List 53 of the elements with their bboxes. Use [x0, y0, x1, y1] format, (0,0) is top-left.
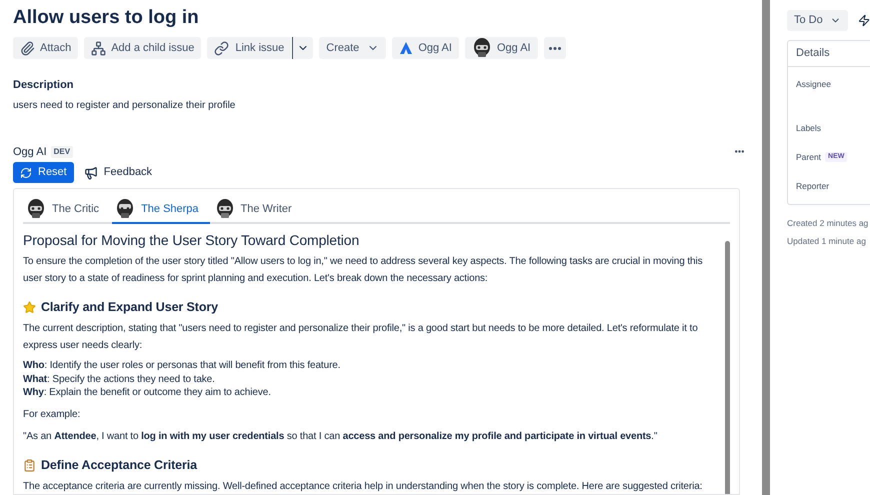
hierarchy-icon: [91, 40, 106, 56]
scrollbar[interactable]: [762, 0, 770, 495]
field-label: Assignee: [796, 78, 831, 90]
section-heading: Clarify and Expand User Story: [41, 299, 218, 316]
persona-tab[interactable]: The Writer: [212, 198, 303, 224]
updated-time: Updated 1 minute ag: [787, 234, 867, 248]
paragraph: For example:: [23, 408, 82, 422]
description-label: Description: [13, 78, 75, 93]
refresh-icon: [20, 166, 32, 178]
robot-icon: [472, 37, 492, 59]
link-icon: [214, 40, 230, 56]
ogg-ai-title: Ogg AI: [13, 144, 47, 160]
proposal-heading: Proposal for Moving the User Story Toward Completion: [23, 231, 360, 249]
persona-tab[interactable]: The Critic: [23, 198, 110, 224]
lightning-icon[interactable]: [858, 14, 870, 27]
list-line: Who: Identify the user roles or personas that will benefit from this feature.: [23, 359, 342, 372]
megaphone-icon: [84, 166, 98, 180]
toolbar-button[interactable]: Add a child issue: [84, 37, 202, 59]
robot-avatar-icon: [26, 198, 46, 220]
more-button[interactable]: [544, 37, 566, 59]
dev-badge: DEV: [50, 146, 74, 158]
issue-title: Allow users to log in: [13, 6, 200, 30]
list-line: Why: Explain the benefit or outcome they aim to achieve.: [23, 386, 272, 400]
toolbar-button[interactable]: Ogg AI: [392, 37, 459, 59]
star-icon: [23, 301, 36, 314]
create-dropdown[interactable]: Create: [319, 37, 386, 59]
persona-tab[interactable]: The Sherpa: [112, 198, 210, 224]
triangle-logo-icon: [399, 41, 414, 55]
paragraph: The current description, stating that "users need to register and personalize their profile," is a good start but needs to be more detailed. Let's reformulate it to express user needs clearly:: [23, 322, 699, 353]
list-line: What: Specify the actions they need to take.: [23, 372, 216, 386]
paragraph: To ensure the completion of the user story titled "Allow users to log in," we need to address several key aspects. The following tasks are crucial in moving this user story to a state of readiness for sprint planning and execution. Let's break down the necessary actions:: [23, 255, 704, 286]
description-text: users need to register and personalize their profile: [13, 98, 236, 112]
status-dropdown[interactable]: To Do: [787, 10, 848, 31]
link-issue-button[interactable]: Link issue: [207, 37, 292, 59]
details-title: Details: [788, 41, 870, 67]
paperclip-icon: [20, 40, 35, 56]
ellipsis-icon: [548, 46, 561, 50]
field-label: Labels: [796, 122, 822, 134]
toolbar-button[interactable]: Attach: [13, 37, 78, 59]
toolbar-button[interactable]: Ogg AI: [464, 37, 538, 59]
paragraph: The acceptance criteria are currently missing. Well-defined acceptance criteria help in understanding when the story is complete. Here are suggested criteria:: [23, 480, 704, 494]
field-label: Parent: [796, 150, 822, 164]
section-heading: Define Acceptance Criteria: [41, 456, 198, 474]
paragraph: "As an Attendee, I want to log in with my user credentials so that I can access and personalize my profile and participate in virtual events.": [23, 430, 658, 444]
reset-button[interactable]: Reset: [13, 162, 74, 183]
robot-avatar-icon: [115, 198, 136, 220]
robot-avatar-icon: [214, 198, 235, 220]
clipboard-icon: [23, 458, 36, 472]
created-time: Created 2 minutes ag: [787, 217, 870, 230]
field-label: Reporter: [796, 180, 830, 192]
more-icon[interactable]: [735, 150, 744, 154]
link-dropdown-button[interactable]: [292, 37, 314, 59]
feedback-button[interactable]: Feedback: [84, 162, 152, 183]
